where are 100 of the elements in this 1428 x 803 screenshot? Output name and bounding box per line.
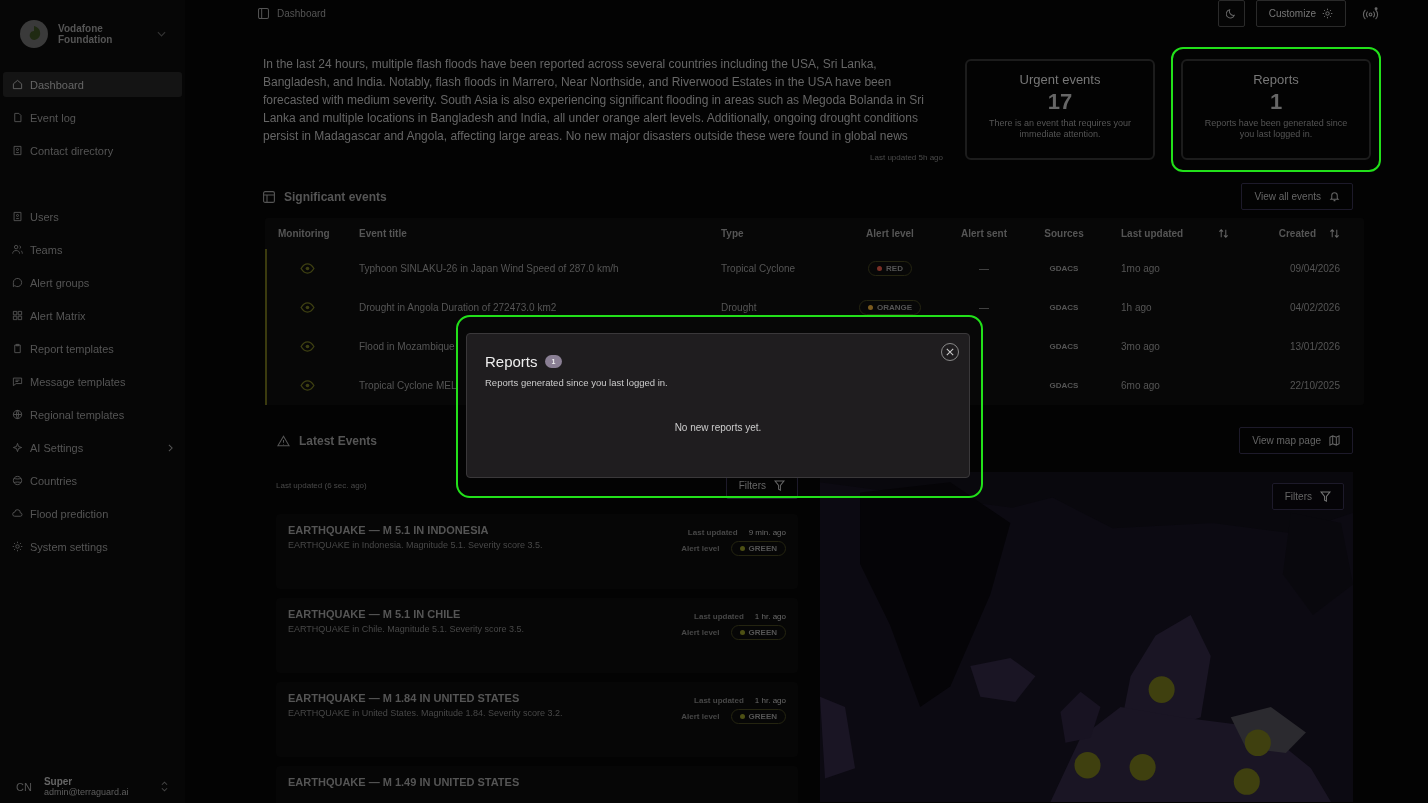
nav-item[interactable]: AI Settings xyxy=(3,435,182,460)
sidebar-toggle-icon[interactable] xyxy=(258,8,269,19)
expand-icon[interactable] xyxy=(161,781,168,792)
nav-item[interactable]: Flood prediction xyxy=(3,501,182,526)
table-cell: GDACS xyxy=(1049,342,1079,351)
table-cell: 04/02/2026 xyxy=(1289,302,1340,313)
nav-item[interactable]: Alert groups xyxy=(3,270,182,295)
customize-button[interactable]: Customize xyxy=(1255,0,1346,27)
stat-card[interactable]: Urgent events 17 There is an event that requires your immediate attention. xyxy=(965,59,1155,160)
user-name: Super xyxy=(43,776,73,787)
gear-icon xyxy=(12,541,23,552)
empty-message: No new reports yet. xyxy=(674,422,762,433)
view-all-events-button[interactable]: View all events xyxy=(1241,183,1353,210)
breadcrumb: Dashboard xyxy=(277,8,326,19)
column-header: Alert sent xyxy=(960,228,1008,239)
table-icon xyxy=(263,190,275,203)
nav-item[interactable]: System settings xyxy=(3,534,182,559)
table-cell: 09/04/2026 xyxy=(1289,263,1340,274)
view-map-page-button[interactable]: View map page xyxy=(1239,427,1353,454)
stat-title: Reports xyxy=(1253,72,1299,87)
eye-icon[interactable] xyxy=(300,341,315,352)
summary-paragraph: In the last 24 hours, multiple flash floods have been reported across several countries including the USA, Sri Lanka, Bangladesh, and India. Notably, flash floods in Marrero, Near Northside, and Riverwood Estates in the USA have been forecasted with medium severity. South Asia is also experiencing significant flooding in areas such as Megoda Bolanda in Sri Lanka and multiple locations in Bangladesh and India, all under orange alert levels. Additionally, ongoing drought conditions persist in Madagascar and Angola, affecting large areas. No new major disasters outside these were found in global news xyxy=(263,56,925,145)
meta-value: 1 hr. ago xyxy=(754,696,786,705)
logo-icon xyxy=(20,20,48,48)
event-title: EARTHQUAKE — M 5.1 IN CHILE xyxy=(288,608,462,620)
chevron-down-icon[interactable] xyxy=(157,31,166,37)
sparkle-icon xyxy=(12,442,23,453)
filters-button[interactable]: Filters xyxy=(1271,483,1344,510)
cloud-icon xyxy=(12,508,23,519)
table-cell: Tropical Cyclone xyxy=(721,263,796,274)
meta-label: Alert level xyxy=(681,712,720,721)
user-initials: CN xyxy=(16,780,32,793)
column-header: Last updated xyxy=(1121,228,1184,239)
table-cell: Tropical Cyclone MEL xyxy=(359,380,457,391)
table-cell: 1mo ago xyxy=(1121,263,1160,274)
nav-item[interactable]: Users xyxy=(3,204,182,229)
table-cell: — xyxy=(979,263,989,274)
bell-icon xyxy=(1329,191,1340,202)
section-title: Significant events xyxy=(284,189,387,204)
theme-toggle-button[interactable] xyxy=(1217,0,1245,27)
nav-item[interactable]: Message templates xyxy=(3,369,182,394)
home-icon xyxy=(12,79,23,90)
table-cell: — xyxy=(979,302,989,313)
column-header: Event title xyxy=(359,228,407,239)
meta-value: 9 min. ago xyxy=(748,528,786,537)
meta-label: Last updated xyxy=(694,612,744,621)
nav-item[interactable]: Regional templates xyxy=(3,402,182,427)
column-header: Monitoring xyxy=(278,228,330,239)
gear-icon xyxy=(1322,8,1333,19)
table-cell: Flood in Mozambique xyxy=(359,341,455,352)
eye-icon[interactable] xyxy=(300,302,315,313)
stat-caption: There is an event that requires your immediate attention. xyxy=(987,118,1133,140)
sort-icon[interactable] xyxy=(1218,228,1230,239)
warning-icon xyxy=(277,434,290,447)
table-cell: GDACS xyxy=(1049,264,1079,273)
nav-item[interactable]: Report templates xyxy=(3,336,182,361)
contact-card-icon xyxy=(12,145,23,156)
table-cell: GDACS xyxy=(1049,303,1079,312)
dialog-subtitle: Reports generated since you last logged in. xyxy=(485,377,669,388)
message-icon xyxy=(12,376,23,387)
filter-icon xyxy=(1320,491,1331,502)
table-cell: 6mo ago xyxy=(1121,380,1160,391)
eye-icon[interactable] xyxy=(300,263,315,274)
stat-title: Urgent events xyxy=(1019,72,1101,87)
stat-value: 17 xyxy=(1047,89,1073,115)
document-icon xyxy=(12,112,23,123)
meta-label: Alert level xyxy=(681,628,720,637)
meta-value: 1 hr. ago xyxy=(754,612,786,621)
column-header: Alert level xyxy=(866,228,914,239)
nav-item[interactable]: Teams xyxy=(3,237,182,262)
section-title: Latest Events xyxy=(299,433,378,448)
nav-item[interactable]: Alert Matrix xyxy=(3,303,182,328)
nav-item[interactable]: Event log xyxy=(3,105,182,130)
clipboard-icon xyxy=(12,343,23,354)
broadcast-icon[interactable] xyxy=(1362,7,1379,20)
nav-item[interactable]: Dashboard xyxy=(3,72,182,97)
chevron-right-icon xyxy=(168,443,173,452)
meta-label: Last updated xyxy=(694,696,744,705)
user-email: admin@terraguard.ai xyxy=(43,787,130,797)
table-cell: GDACS xyxy=(1049,381,1079,390)
eye-icon[interactable] xyxy=(300,380,315,391)
event-title: EARTHQUAKE — M 5.1 IN INDONESIA xyxy=(288,524,490,536)
column-header: Sources xyxy=(1044,228,1084,239)
table-cell: Drought xyxy=(721,302,757,313)
close-icon xyxy=(946,348,954,356)
table-cell: Typhoon SINLAKU-26 in Japan Wind Speed of 287.0 km/h xyxy=(359,263,619,274)
table-cell: 22/10/2025 xyxy=(1289,380,1340,391)
sort-icon[interactable] xyxy=(1329,228,1340,239)
nav-item[interactable]: Contact directory xyxy=(3,138,182,163)
grid-icon xyxy=(12,310,23,321)
event-title: EARTHQUAKE — M 1.84 IN UNITED STATES xyxy=(288,692,521,704)
contact-card-icon xyxy=(12,211,23,222)
meta-label: Last updated xyxy=(687,528,738,537)
organization-name: Vodafone Foundation xyxy=(58,23,114,45)
map-icon xyxy=(1329,435,1340,446)
chat-icon xyxy=(12,277,23,288)
table-cell: 3mo ago xyxy=(1121,341,1160,352)
meta-label: Alert level xyxy=(681,544,720,553)
filter-icon xyxy=(774,480,785,491)
nav-item[interactable]: Countries xyxy=(3,468,182,493)
